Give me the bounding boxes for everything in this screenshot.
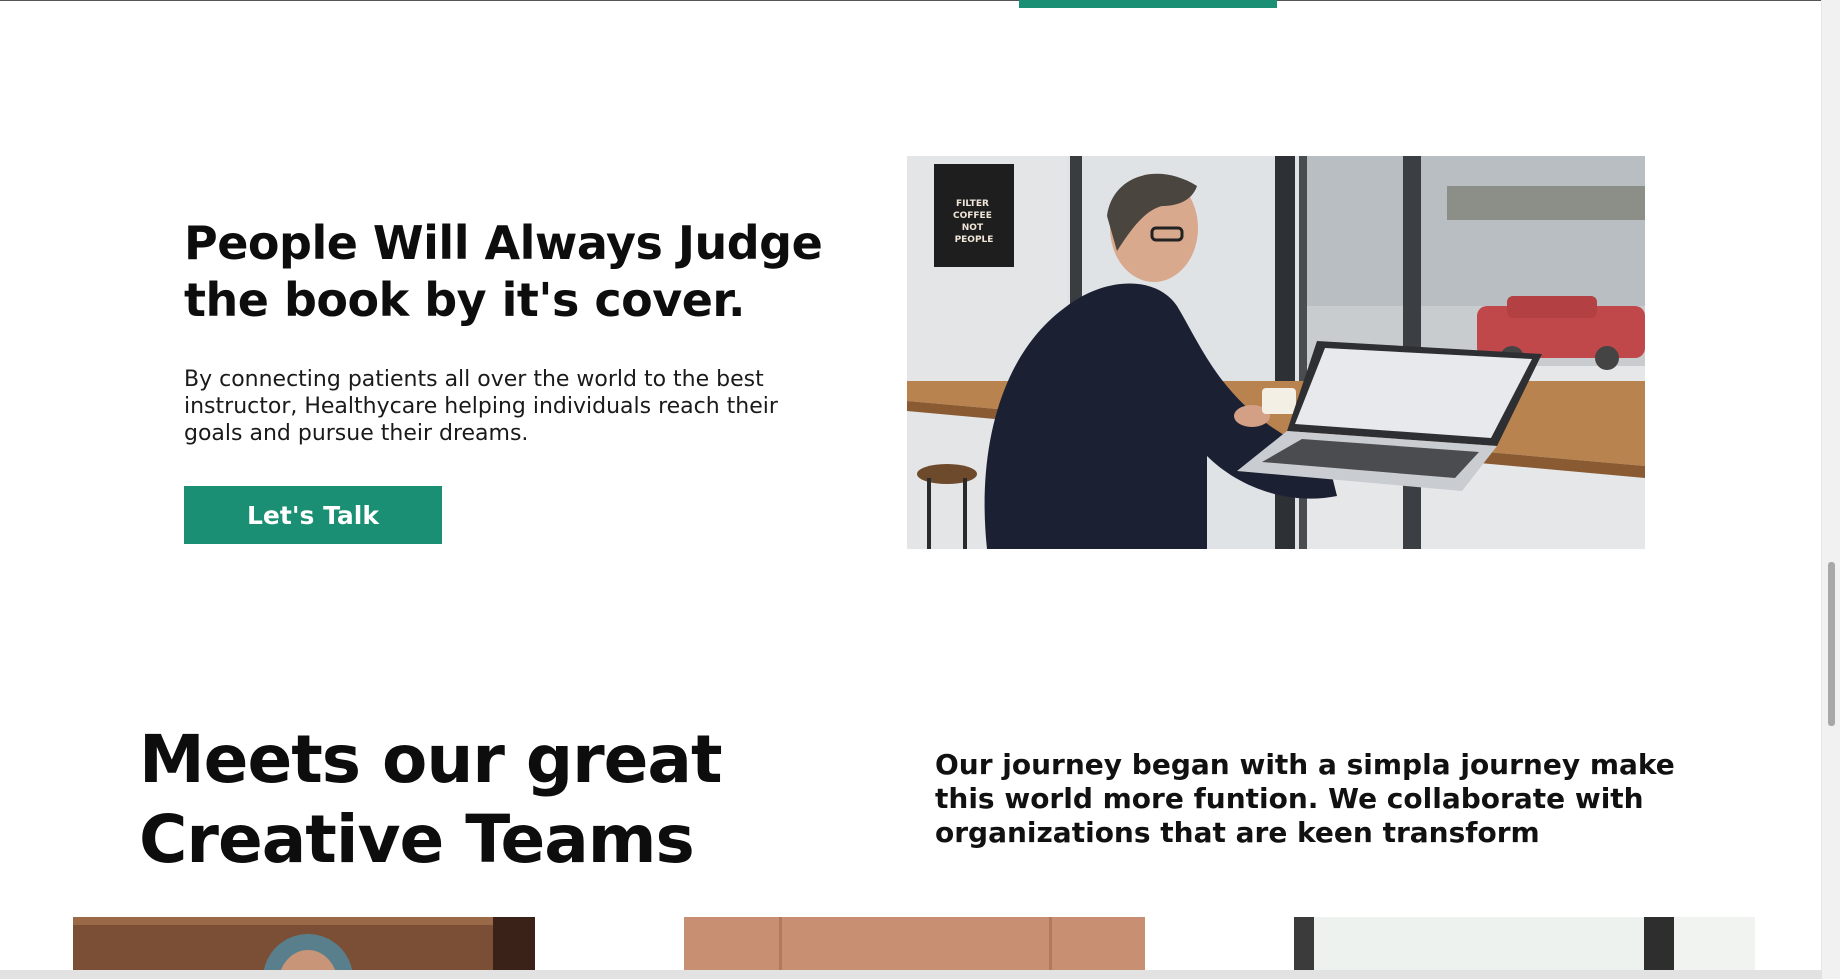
vertical-scrollbar-thumb[interactable]: [1828, 562, 1835, 726]
page: People Will Always Judge the book by it'…: [0, 0, 1840, 979]
active-tab-indicator: [1019, 0, 1277, 8]
lets-talk-button[interactable]: Let's Talk: [184, 486, 442, 544]
horizontal-scrollbar[interactable]: [0, 970, 1822, 979]
hero-description: By connecting patients all over the worl…: [184, 367, 778, 446]
vertical-scrollbar[interactable]: [1821, 0, 1840, 979]
man-at-laptop-illustration: FILTER COFFEE NOT PEOPLE: [907, 156, 1645, 549]
team-heading: Meets our great Creative Teams: [139, 721, 723, 878]
hero-heading: People Will Always Judge the book by it'…: [184, 216, 823, 327]
hero-photo: FILTER COFFEE NOT PEOPLE: [907, 156, 1645, 549]
team-intro-text: Our journey began with a simpla journey …: [935, 748, 1675, 849]
top-border: [0, 0, 1822, 1]
